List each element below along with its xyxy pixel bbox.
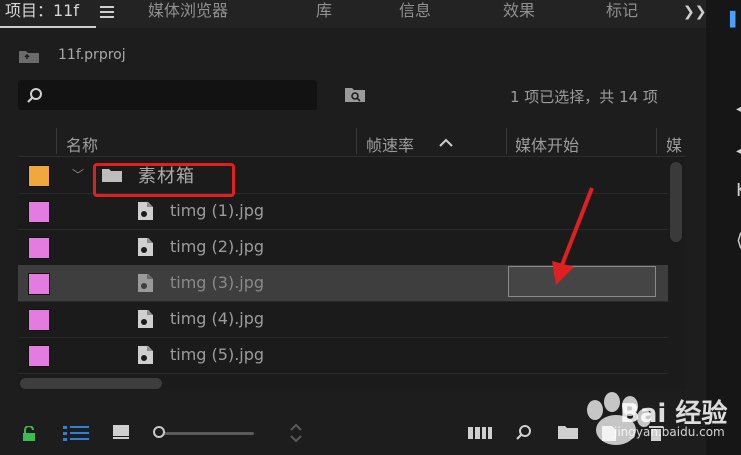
label-color-swatch[interactable] <box>28 345 50 367</box>
search-input[interactable] <box>18 80 317 110</box>
icon-view-icon[interactable] <box>112 424 130 440</box>
adjacent-panel: ▌ ◀ ◀ K ⟨ <box>706 0 741 455</box>
hamburger-menu-icon[interactable] <box>100 6 114 18</box>
tab-project[interactable]: 项目：11f <box>5 0 79 26</box>
label-color-swatch[interactable] <box>28 165 50 187</box>
file-name[interactable]: timg (2).jpg <box>170 237 264 256</box>
column-header-media-start[interactable]: 媒体开始 <box>515 132 579 156</box>
chevron-down-icon[interactable]: ﹀ <box>72 166 84 183</box>
find-icon[interactable] <box>515 424 533 442</box>
panel-edge-glyph: ⟨ <box>736 230 741 251</box>
image-file-icon <box>138 310 153 328</box>
horizontal-scrollbar[interactable] <box>20 378 162 389</box>
list-item[interactable]: timg (5).jpg <box>18 337 668 374</box>
annotation-arrow <box>552 187 594 285</box>
project-folder-icon <box>19 51 39 63</box>
tab-media-browser[interactable]: 媒体浏览器 <box>148 0 228 26</box>
watermark-url: jingyan.baidu.com <box>614 425 725 439</box>
file-name[interactable]: timg (1).jpg <box>170 201 264 220</box>
file-name[interactable]: timg (4).jpg <box>170 309 264 328</box>
vertical-scrollbar[interactable] <box>670 162 682 242</box>
image-file-icon <box>138 238 153 256</box>
list-view-icon[interactable] <box>63 425 89 441</box>
column-divider[interactable] <box>506 128 507 154</box>
label-color-swatch[interactable] <box>28 273 50 295</box>
file-name[interactable]: timg (5).jpg <box>170 345 264 364</box>
panel-edge-glyph: K <box>736 180 741 201</box>
label-color-swatch[interactable] <box>28 237 50 259</box>
sort-toggle-icon[interactable] <box>289 422 303 444</box>
zoom-slider-handle[interactable] <box>153 426 165 438</box>
tab-markers[interactable]: 标记 <box>606 0 638 26</box>
label-color-swatch[interactable] <box>28 309 50 331</box>
annotation-highlight-box <box>93 163 235 197</box>
new-bin-icon[interactable] <box>344 85 366 103</box>
column-header-name[interactable]: 名称 <box>66 132 98 156</box>
panel-tab-bar: 项目：11f 媒体浏览器 库 信息 效果 标记 ❯❯ <box>0 0 706 28</box>
active-tab-indicator <box>0 26 96 28</box>
column-divider[interactable] <box>656 128 657 154</box>
column-divider[interactable] <box>356 128 357 154</box>
image-file-icon <box>138 202 153 220</box>
list-item[interactable]: timg (4).jpg <box>18 301 668 338</box>
sort-ascending-icon[interactable] <box>438 138 454 148</box>
tab-effects[interactable]: 效果 <box>503 0 535 26</box>
tab-libraries[interactable]: 库 <box>316 0 332 26</box>
panel-edge-glyph: ◀ <box>736 98 741 119</box>
column-header-media-end[interactable]: 媒 <box>666 132 682 156</box>
freeform-view-icon[interactable] <box>468 426 492 440</box>
zoom-slider-track[interactable] <box>162 432 254 435</box>
panel-edge-indicator: ▌ <box>730 12 741 28</box>
image-file-icon <box>138 274 153 292</box>
magnifier-icon <box>27 88 42 103</box>
double-chevron-right-icon[interactable]: ❯❯ <box>683 4 706 20</box>
column-header-row: 名称 帧速率 媒体开始 媒 <box>18 126 686 157</box>
file-name[interactable]: timg (3).jpg <box>170 273 264 292</box>
label-color-swatch[interactable] <box>28 201 50 223</box>
column-divider <box>56 128 57 154</box>
image-file-icon <box>138 346 153 364</box>
tab-info[interactable]: 信息 <box>399 0 431 26</box>
lock-icon[interactable] <box>22 426 36 442</box>
selection-count: 1 项已选择，共 14 项 <box>510 88 658 106</box>
column-header-frame-rate[interactable]: 帧速率 <box>366 132 414 156</box>
panel-edge-glyph: ◀ <box>736 140 741 161</box>
project-name: 11f.prproj <box>58 47 126 63</box>
